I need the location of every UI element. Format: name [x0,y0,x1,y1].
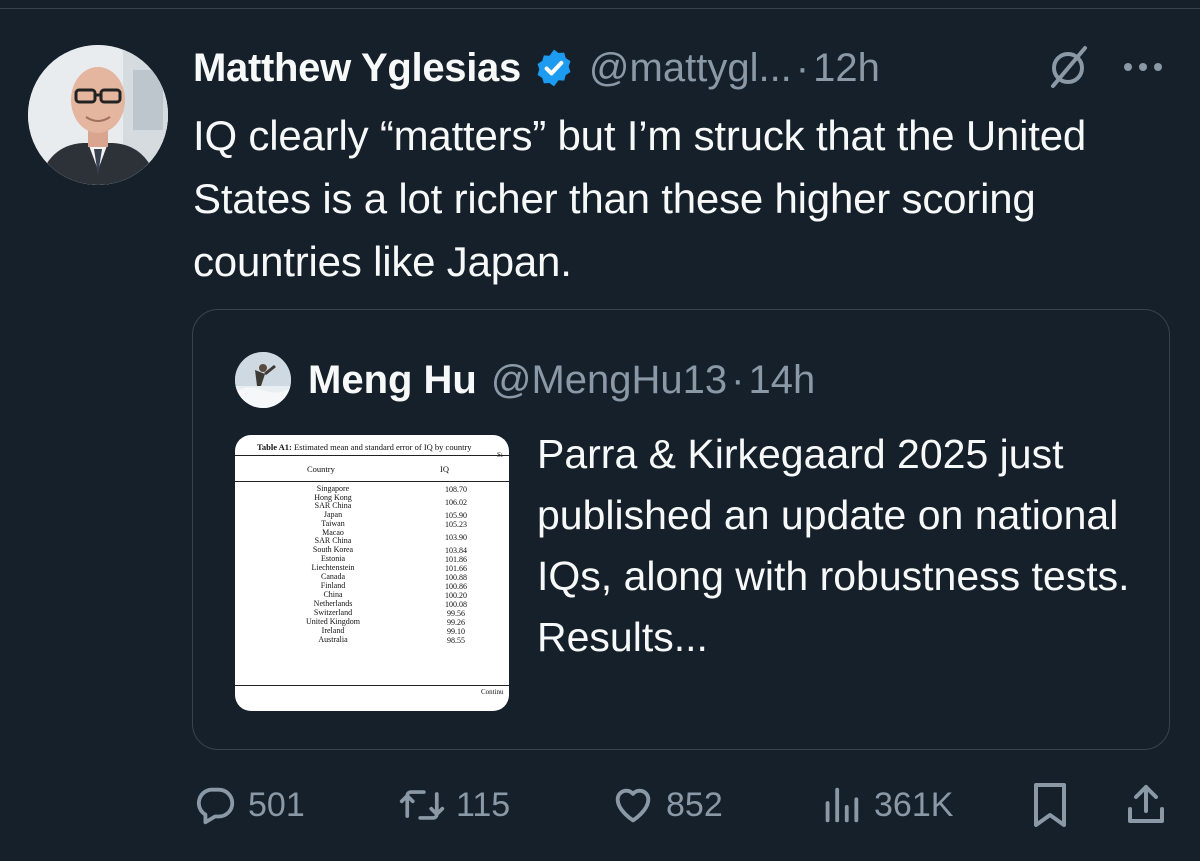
share-icon [1124,781,1168,829]
table-row: Macao SAR China 103.90 [235,527,509,546]
table-row: Netherlands 100.08 [235,599,509,609]
table-caption-label: Table A1: [257,442,292,452]
table-row: Japan 105.90 [235,510,509,520]
table-row: Estonia 101.86 [235,554,509,564]
author-avatar[interactable] [28,45,168,185]
retweet-button[interactable]: 115 [398,770,510,840]
table-caption: Table A1: Estimated mean and standard er… [257,442,472,452]
bookmark-icon [1028,781,1072,829]
table-row: South Korea 103.84 [235,545,509,555]
table-row: Taiwan 105.23 [235,519,509,529]
bookmark-button[interactable] [1028,770,1072,840]
author-name[interactable]: Matthew Yglesias [193,46,521,91]
table-header-iq: IQ [440,464,449,474]
quote-author-name[interactable]: Meng Hu [308,358,477,403]
quote-header-separator: · [731,357,745,402]
table-row: Canada 100.88 [235,572,509,582]
tweet-header: Matthew Yglesias @mattygl... · 12h [193,40,1183,96]
tweet-text: IQ clearly “matters” but I’m struck that… [193,112,1087,285]
views-count: 361K [874,785,954,824]
table-cell-iq: 100.86 [445,581,467,591]
table-row: Finland 100.86 [235,581,509,591]
author-handle[interactable]: @mattygl... [589,46,792,91]
table-cell-country: Macao SAR China [314,527,352,546]
table-cell-iq: 100.20 [445,590,467,600]
table-row: Switzerland 99.56 [235,608,509,618]
table-cell-iq: 103.90 [445,532,467,542]
table-cell-iq: 101.66 [445,563,467,573]
table-cell-iq: 101.86 [445,554,467,564]
table-bottom-rule [235,685,509,686]
table-continued: Continu [481,688,504,696]
quoted-tweet[interactable]: Meng Hu @MengHu13 · 14h Table A1: Estima… [192,309,1170,750]
table-cell-country: Hong Kong SAR China [314,493,352,511]
table-row: China 100.20 [235,590,509,600]
top-divider [0,8,1200,9]
table-cell-iq: 99.26 [447,617,465,627]
table-top-rule [235,455,509,456]
table-caption-text: Estimated mean and standard error of IQ … [294,442,472,452]
retweet-count: 115 [456,785,511,824]
reply-count: 501 [248,785,305,824]
tweet-timestamp[interactable]: 12h [813,46,880,91]
table-header-rule [235,481,509,482]
quote-timestamp[interactable]: 14h [749,358,816,403]
quote-author-avatar[interactable] [235,352,291,408]
grok-icon[interactable] [1045,44,1091,90]
views-button[interactable]: 361K [818,770,953,840]
like-count: 852 [666,785,723,824]
retweet-icon [398,782,446,828]
table-cell-iq: 105.23 [445,519,467,529]
like-icon [610,782,656,828]
table-row: Liechtenstein 101.66 [235,563,509,573]
table-row: Hong Kong SAR China 106.02 [235,493,509,511]
table-cell-iq: 105.90 [445,510,467,520]
views-icon [818,782,864,828]
action-bar: 501 115 852 361K [0,770,1200,840]
like-button[interactable]: 852 [610,770,723,840]
more-options-icon[interactable] [1118,44,1168,90]
header-separator: · [795,45,810,90]
table-cell-iq: 98.55 [447,635,465,645]
table-row: Ireland 99.10 [235,626,509,636]
table-row: Australia 98.55 [235,634,509,645]
share-button[interactable] [1124,770,1168,840]
table-cell-iq: 99.56 [447,608,465,618]
table-cell-iq: 106.02 [445,497,467,507]
table-cell-iq: 99.10 [447,626,465,636]
table-cell-country: Australia [318,634,348,644]
reply-icon [192,782,238,828]
table-rows: Singapore 108.70 Hong Kong SAR China 106.02… [235,484,509,645]
table-cell-iq: 108.70 [445,485,467,494]
table-cell-iq: 103.84 [445,545,467,555]
table-cell-iq: 100.08 [445,599,467,609]
table-row: United Kingdom 99.26 [235,617,509,627]
quote-header: Meng Hu @MengHu13 · 14h [308,350,815,410]
quote-image-table[interactable]: Table A1: Estimated mean and standard er… [235,435,509,711]
table-row: Singapore 108.70 [235,484,509,494]
table-header-country: Country [307,464,335,474]
verified-badge-icon[interactable] [533,47,575,89]
reply-button[interactable]: 501 [192,770,305,840]
table-cell-iq: 100.88 [445,572,467,582]
quote-author-handle[interactable]: @MengHu13 [491,358,727,403]
quote-text: Parra & Kirkegaard 2025 just published a… [537,431,1130,660]
